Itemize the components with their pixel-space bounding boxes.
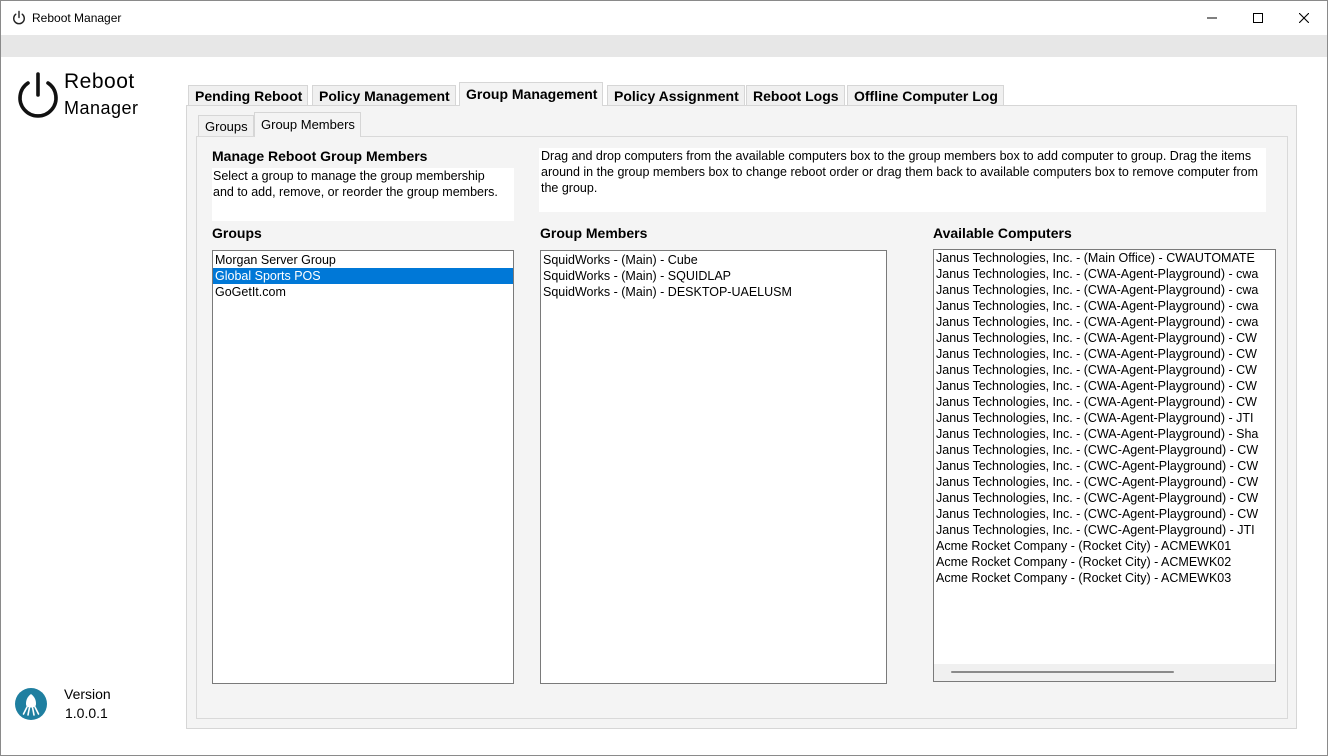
list-item[interactable]: Janus Technologies, Inc. - (CWC-Agent-Pl… xyxy=(934,442,1275,458)
maximize-icon xyxy=(1253,13,1263,23)
instructions-text: Drag and drop computers from the availab… xyxy=(539,148,1266,212)
list-item-selected[interactable]: Global Sports POS xyxy=(213,268,513,284)
version-label: Version xyxy=(64,686,111,702)
tab-group-management[interactable]: Group Management xyxy=(459,82,604,106)
squid-icon xyxy=(15,688,47,720)
list-item[interactable]: Janus Technologies, Inc. - (CWA-Agent-Pl… xyxy=(934,314,1275,330)
list-item[interactable]: Janus Technologies, Inc. - (CWA-Agent-Pl… xyxy=(934,378,1275,394)
list-item[interactable]: Janus Technologies, Inc. - (CWA-Agent-Pl… xyxy=(934,410,1275,426)
list-item[interactable]: GoGetIt.com xyxy=(213,284,513,300)
list-item[interactable]: Janus Technologies, Inc. - (CWA-Agent-Pl… xyxy=(934,282,1275,298)
manage-heading: Manage Reboot Group Members xyxy=(212,148,428,164)
tab-group-members[interactable]: Group Members xyxy=(254,112,361,137)
tab-reboot-logs[interactable]: Reboot Logs xyxy=(746,85,845,106)
list-item[interactable]: Acme Rocket Company - (Rocket City) - AC… xyxy=(934,538,1275,554)
close-button[interactable] xyxy=(1281,1,1327,35)
close-icon xyxy=(1299,13,1309,23)
available-computers-heading: Available Computers xyxy=(933,225,1072,241)
minimize-button[interactable] xyxy=(1189,1,1235,35)
list-item[interactable]: Janus Technologies, Inc. - (CWC-Agent-Pl… xyxy=(934,458,1275,474)
tab-policy-assignment[interactable]: Policy Assignment xyxy=(607,85,745,106)
scrollbar-thumb[interactable] xyxy=(951,671,1174,673)
group-members-listbox[interactable]: SquidWorks - (Main) - Cube SquidWorks - … xyxy=(540,250,887,684)
power-icon xyxy=(13,10,25,25)
logo-title: Reboot xyxy=(64,70,135,93)
list-item[interactable]: Janus Technologies, Inc. - (CWA-Agent-Pl… xyxy=(934,298,1275,314)
list-item[interactable]: Janus Technologies, Inc. - (CWA-Agent-Pl… xyxy=(934,426,1275,442)
title-bar: Reboot Manager xyxy=(1,1,1327,35)
tab-pending-reboot[interactable]: Pending Reboot xyxy=(188,85,309,106)
version-value: 1.0.0.1 xyxy=(65,705,108,721)
list-item[interactable]: Janus Technologies, Inc. - (CWA-Agent-Pl… xyxy=(934,394,1275,410)
list-item[interactable]: Janus Technologies, Inc. - (CWA-Agent-Pl… xyxy=(934,362,1275,378)
app-window: Reboot Manager Reboot Manager Version 1.… xyxy=(0,0,1328,756)
list-item[interactable]: SquidWorks - (Main) - SQUIDLAP xyxy=(541,268,886,284)
manage-description: Select a group to manage the group membe… xyxy=(212,168,514,221)
groups-heading: Groups xyxy=(212,225,262,241)
logo-subtitle: Manager xyxy=(64,98,139,118)
list-item[interactable]: SquidWorks - (Main) - Cube xyxy=(541,252,886,268)
list-item[interactable]: Janus Technologies, Inc. - (CWC-Agent-Pl… xyxy=(934,506,1275,522)
list-item[interactable]: Acme Rocket Company - (Rocket City) - AC… xyxy=(934,570,1275,586)
groups-listbox[interactable]: Morgan Server Group Global Sports POS Go… xyxy=(212,250,514,684)
list-item[interactable]: Janus Technologies, Inc. - (CWA-Agent-Pl… xyxy=(934,266,1275,282)
list-item[interactable]: Janus Technologies, Inc. - (CWC-Agent-Pl… xyxy=(934,522,1275,538)
group-members-heading: Group Members xyxy=(540,225,648,241)
tab-offline-computer-log[interactable]: Offline Computer Log xyxy=(847,85,1004,106)
tab-policy-management[interactable]: Policy Management xyxy=(312,85,456,106)
list-item[interactable]: Janus Technologies, Inc. - (CWC-Agent-Pl… xyxy=(934,490,1275,506)
available-computers-listbox[interactable]: Janus Technologies, Inc. - (Main Office)… xyxy=(933,249,1276,682)
menu-strip xyxy=(1,35,1327,57)
horizontal-scrollbar[interactable] xyxy=(934,664,1275,681)
window-title: Reboot Manager xyxy=(32,11,122,25)
minimize-icon xyxy=(1207,17,1217,19)
list-item[interactable]: Janus Technologies, Inc. - (CWC-Agent-Pl… xyxy=(934,474,1275,490)
list-item[interactable]: Janus Technologies, Inc. - (Main Office)… xyxy=(934,250,1275,266)
maximize-button[interactable] xyxy=(1235,1,1281,35)
list-item[interactable]: SquidWorks - (Main) - DESKTOP-UAELUSM xyxy=(541,284,886,300)
list-item[interactable]: Morgan Server Group xyxy=(213,252,513,268)
list-item[interactable]: Janus Technologies, Inc. - (CWA-Agent-Pl… xyxy=(934,330,1275,346)
power-icon xyxy=(18,72,58,118)
list-item[interactable]: Janus Technologies, Inc. - (CWA-Agent-Pl… xyxy=(934,346,1275,362)
list-item[interactable]: Acme Rocket Company - (Rocket City) - AC… xyxy=(934,554,1275,570)
tab-groups[interactable]: Groups xyxy=(198,115,254,137)
